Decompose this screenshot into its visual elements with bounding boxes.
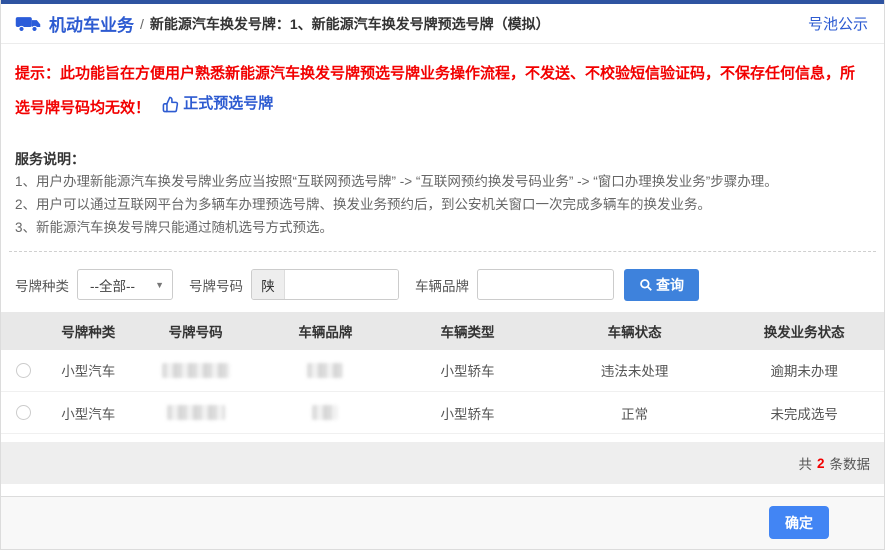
- pool-publicity-link[interactable]: 号池公示: [808, 13, 868, 34]
- header: 机动车业务 / 新能源汽车换发号牌：1、新能源汽车换发号牌预选号牌（模拟） 号池…: [1, 4, 884, 44]
- service-item-1: 1、用户办理新能源汽车换发号牌业务应当按照“互联网预选号牌” -> “互联网预约…: [15, 170, 870, 193]
- plate-number-label: 号牌号码: [189, 275, 243, 295]
- brand-input[interactable]: [477, 269, 614, 300]
- breadcrumb-separator: /: [140, 16, 144, 32]
- thumbs-up-icon: [162, 96, 179, 113]
- page: 机动车业务 / 新能源汽车换发号牌：1、新能源汽车换发号牌预选号牌（模拟） 号池…: [0, 0, 885, 550]
- service-item-2: 2、用户可以通过互联网平台为多辆车办理预选号牌、换发业务预约后，到公安机关窗口一…: [15, 193, 870, 216]
- cell-vehicle-type: 小型轿车: [390, 350, 545, 392]
- row-radio-button[interactable]: [16, 405, 31, 420]
- column-header-brand: 车辆品牌: [261, 312, 391, 350]
- bottom-action-bar: 确定: [1, 496, 884, 549]
- page-title: 机动车业务: [49, 11, 134, 36]
- plate-number-field-group: 陕: [251, 269, 399, 300]
- select-column-header: [1, 312, 46, 350]
- row-radio-button[interactable]: [16, 363, 31, 378]
- official-preselect-label: 正式预选号牌: [183, 89, 273, 119]
- confirm-button[interactable]: 确定: [769, 506, 829, 539]
- cell-vehicle-type: 小型轿车: [390, 392, 545, 434]
- notice-prefix: 提示：: [15, 65, 60, 82]
- brand-redacted: [307, 363, 343, 378]
- notice-banner: 提示：此功能旨在方便用户熟悉新能源汽车换发号牌预选号牌业务操作流程，不发送、不校…: [15, 59, 870, 124]
- brand-label: 车辆品牌: [415, 275, 469, 295]
- column-header-plate-type: 号牌种类: [46, 312, 131, 350]
- table-row: 小型汽车 小型轿车 违法未处理 逾期未办理: [1, 350, 884, 392]
- search-button-label: 查询: [656, 275, 684, 295]
- plate-number-redacted: [162, 363, 230, 378]
- official-preselect-link[interactable]: 正式预选号牌: [162, 89, 273, 119]
- cell-vehicle-status: 违法未处理: [545, 350, 725, 392]
- cell-plate-type: 小型汽车: [46, 392, 131, 434]
- column-header-plate-number: 号牌号码: [131, 312, 261, 350]
- service-item-3: 3、新能源汽车换发号牌只能通过随机选号方式预选。: [15, 216, 870, 239]
- record-count: 2: [817, 456, 825, 471]
- service-title: 服务说明：: [15, 148, 870, 170]
- cell-plate-type: 小型汽车: [46, 350, 131, 392]
- brand-redacted: [312, 405, 338, 420]
- count-prefix: 共: [798, 453, 812, 473]
- column-header-business-status: 换发业务状态: [724, 312, 884, 350]
- table-row: 小型汽车 小型轿车 正常 未完成选号: [1, 392, 884, 434]
- dashed-divider: [9, 251, 876, 252]
- notice-text: 此功能旨在方便用户熟悉新能源汽车换发号牌预选号牌业务操作流程，不发送、不校验短信…: [15, 65, 855, 117]
- record-count-bar: 共 2 条数据: [1, 442, 884, 484]
- column-header-vehicle-type: 车辆类型: [390, 312, 545, 350]
- chevron-down-icon: ▼: [155, 280, 164, 290]
- cell-vehicle-status: 正常: [545, 392, 725, 434]
- search-button[interactable]: 查询: [624, 269, 699, 301]
- plate-number-redacted: [167, 405, 225, 420]
- cell-business-status: 未完成选号: [724, 392, 884, 434]
- cell-business-status: 逾期未办理: [724, 350, 884, 392]
- province-prefix: 陕: [252, 270, 285, 299]
- filter-bar: 号牌种类 --全部-- ▼ 号牌号码 陕 车辆品牌 查询: [15, 269, 870, 301]
- table-header-row: 号牌种类 号牌号码 车辆品牌 车辆类型 车辆状态 换发业务状态: [1, 312, 884, 350]
- breadcrumb: 机动车业务 / 新能源汽车换发号牌：1、新能源汽车换发号牌预选号牌（模拟）: [15, 11, 550, 36]
- plate-type-select[interactable]: --全部-- ▼: [77, 269, 173, 300]
- plate-type-label: 号牌种类: [15, 275, 69, 295]
- column-header-vehicle-status: 车辆状态: [545, 312, 725, 350]
- plate-type-selected-value: --全部--: [90, 275, 135, 295]
- count-suffix: 条数据: [830, 453, 871, 473]
- plate-number-input[interactable]: [285, 270, 398, 299]
- results-table: 号牌种类 号牌号码 车辆品牌 车辆类型 车辆状态 换发业务状态 小型汽车 小型轿…: [1, 312, 884, 435]
- page-subtitle: 新能源汽车换发号牌：1、新能源汽车换发号牌预选号牌（模拟）: [150, 14, 550, 34]
- search-icon: [639, 278, 653, 292]
- service-description: 服务说明： 1、用户办理新能源汽车换发号牌业务应当按照“互联网预选号牌” -> …: [15, 148, 870, 239]
- vehicle-icon: [15, 14, 41, 34]
